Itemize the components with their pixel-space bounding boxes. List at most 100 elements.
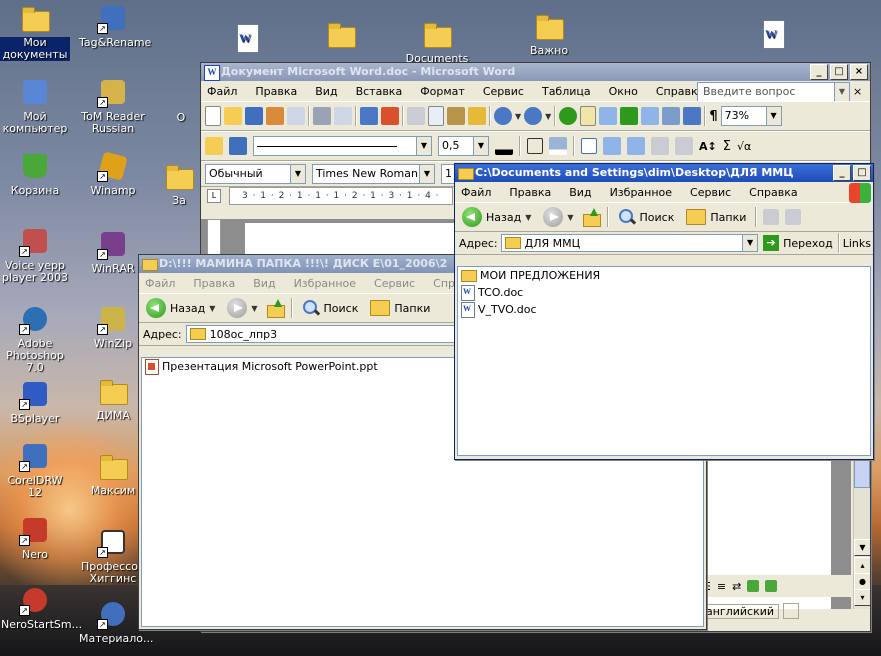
3d-style-icon[interactable]	[765, 580, 778, 592]
word-help-search-input[interactable]: Введите вопрос ▼	[697, 82, 850, 102]
print-icon[interactable]	[313, 107, 331, 125]
redo-dropdown-icon[interactable]: ▼	[545, 112, 551, 121]
explorer-minimize-button[interactable]: _	[833, 165, 851, 181]
word-close-button[interactable]: ×	[850, 64, 868, 80]
merge-cells-icon[interactable]	[603, 137, 621, 155]
desktop-icon-recycle-bin[interactable]: Корзина	[0, 150, 70, 197]
word-zoom-select[interactable]: 73% ▼	[720, 106, 782, 126]
eraser-icon[interactable]	[229, 137, 247, 155]
word-menu-close-icon[interactable]: ×	[851, 84, 864, 99]
document-map-icon[interactable]	[683, 107, 702, 125]
format-painter-icon[interactable]	[468, 107, 486, 125]
scroll-down-icon[interactable]: ▼	[854, 539, 870, 556]
undo-dropdown-icon[interactable]: ▼	[515, 112, 521, 121]
desktop-icon-nero-start[interactable]: ↗ NeroStartSm...	[0, 584, 82, 631]
menu-view[interactable]: Вид	[567, 185, 593, 200]
word-menu-insert[interactable]: Вставка	[354, 84, 405, 99]
split-cells-icon[interactable]	[627, 137, 645, 155]
list-item[interactable]: TCO.doc	[458, 284, 870, 301]
list-item[interactable]: V_TVO.doc	[458, 301, 870, 318]
chevron-down-icon[interactable]: ▼	[473, 137, 488, 155]
spelling-status-icon[interactable]	[783, 603, 800, 619]
address-input[interactable]: ДЛЯ ММЦ ▼	[500, 234, 759, 252]
save-icon[interactable]	[245, 107, 263, 125]
chevron-down-icon[interactable]: ▼	[416, 137, 431, 155]
horizontal-ruler[interactable]: 3 · 1 · 2 · 1 · 1 · 1 · 2 · 1 · 3 · 1 · …	[229, 187, 453, 205]
align-icon[interactable]	[651, 137, 669, 155]
chevron-down-icon[interactable]: ▼	[765, 107, 781, 125]
desktop-icon-bsplayer[interactable]: ↗ BSplayer	[0, 378, 70, 425]
back-button[interactable]: Назад ▼	[459, 205, 534, 229]
menu-favorites[interactable]: Избранное	[608, 185, 674, 200]
desktop-icon-photoshop[interactable]: ↗ Adobe Photoshop 7.0	[0, 303, 70, 374]
desktop-icon-folder-top-1[interactable]	[306, 18, 376, 53]
go-button[interactable]: ➔ Переход	[761, 235, 835, 251]
explorer-maximize-button[interactable]: □	[853, 165, 871, 181]
list-item[interactable]: МОИ ПРЕДЛОЖЕНИЯ	[458, 267, 870, 284]
move-to-icon[interactable]	[763, 209, 780, 225]
email-icon[interactable]	[287, 107, 305, 125]
chevron-down-icon[interactable]: ▼	[419, 165, 434, 183]
desktop-icon-partial-za[interactable]: За	[154, 160, 204, 207]
shading-color-icon[interactable]	[549, 137, 567, 155]
line-style-select[interactable]: ▼	[253, 136, 432, 156]
drawing-icon[interactable]	[662, 107, 681, 125]
desktop-icon-tom-reader[interactable]: ↗ ToM Reader Russian	[78, 76, 148, 135]
folder-up-icon[interactable]	[266, 299, 285, 318]
copy-to-icon[interactable]	[785, 209, 802, 225]
tab-selector-icon[interactable]: L	[207, 189, 221, 203]
explorer-front-file-list[interactable]: МОИ ПРЕДЛОЖЕНИЯ TCO.doc V_TVO.doc	[457, 266, 871, 456]
desktop-icon-winamp[interactable]: ↗ Winamp	[78, 150, 148, 197]
forward-button[interactable]: ▼	[540, 205, 576, 229]
word-menu-view[interactable]: Вид	[313, 84, 339, 99]
word-maximize-button[interactable]: □	[830, 64, 848, 80]
columns-icon[interactable]	[641, 107, 660, 125]
desktop-icon-word-doc-1[interactable]	[212, 22, 282, 57]
menu-tools[interactable]: Сервис	[688, 185, 733, 200]
search-button[interactable]: Поиск	[615, 206, 678, 228]
explorer-front-title-bar[interactable]: C:\Documents and Settings\dim\Desktop\ДЛ…	[455, 164, 873, 182]
desktop-icon-partial-o[interactable]: О	[156, 112, 206, 124]
search-button[interactable]: Поиск	[299, 297, 362, 319]
folder-up-icon[interactable]	[582, 208, 601, 227]
desktop-icon-voice-player[interactable]: ↗ Voice yepp player 2003	[0, 225, 70, 284]
autosum-icon[interactable]: Σ	[723, 139, 731, 154]
desktop-icon-vazhno[interactable]: Важно	[514, 10, 584, 57]
menu-favorites[interactable]: Избранное	[292, 276, 358, 291]
pilcrow-icon[interactable]: ¶	[709, 109, 717, 124]
menu-view[interactable]: Вид	[251, 276, 277, 291]
formula-icon[interactable]: √α	[737, 140, 751, 153]
style-select[interactable]: Обычный ▼	[205, 164, 306, 184]
chevron-down-icon[interactable]: ▼	[290, 165, 305, 183]
border-color-icon[interactable]	[495, 137, 513, 155]
draw-table-icon[interactable]	[205, 137, 223, 155]
browse-object-icon[interactable]: ●	[854, 573, 870, 590]
desktop-icon-word-doc-2[interactable]	[738, 18, 808, 53]
chevron-down-icon[interactable]: ▼	[742, 235, 758, 251]
menu-file[interactable]: Файл	[143, 276, 177, 291]
explorer-window-front[interactable]: C:\Documents and Settings\dim\Desktop\ДЛ…	[454, 163, 874, 460]
desktop-icon-nero[interactable]: ↗ Nero	[0, 514, 70, 561]
folders-button[interactable]: Папки	[367, 298, 433, 318]
word-minimize-button[interactable]: _	[810, 64, 828, 80]
cut-icon[interactable]	[407, 107, 425, 125]
line-width-select[interactable]: 0,5 ▼	[438, 136, 489, 156]
folders-button[interactable]: Папки	[683, 207, 749, 227]
menu-tools[interactable]: Сервис	[372, 276, 417, 291]
desktop-icon-my-computer[interactable]: Мой компьютер	[0, 76, 70, 135]
insert-table-grid-icon[interactable]	[581, 138, 597, 154]
dash-style-icon[interactable]: ≡	[717, 580, 726, 593]
desktop-icon-tag-rename[interactable]: ↗ Tag&Rename	[78, 2, 151, 49]
arrow-style-icon[interactable]: ⇄	[732, 580, 741, 593]
menu-edit[interactable]: Правка	[191, 276, 237, 291]
word-menu-file[interactable]: Файл	[205, 84, 239, 99]
outside-border-icon[interactable]	[527, 138, 543, 154]
permission-icon[interactable]	[266, 107, 284, 125]
font-select[interactable]: Times New Roman ▼	[312, 164, 435, 184]
back-button[interactable]: Назад ▼	[143, 296, 218, 320]
desktop-icon-my-documents[interactable]: Мои документы	[0, 2, 70, 61]
insert-excel-icon[interactable]	[620, 107, 639, 125]
sort-icon[interactable]: A↕	[699, 140, 717, 153]
links-button[interactable]: Links	[843, 237, 873, 250]
print-preview-icon[interactable]	[334, 107, 352, 125]
